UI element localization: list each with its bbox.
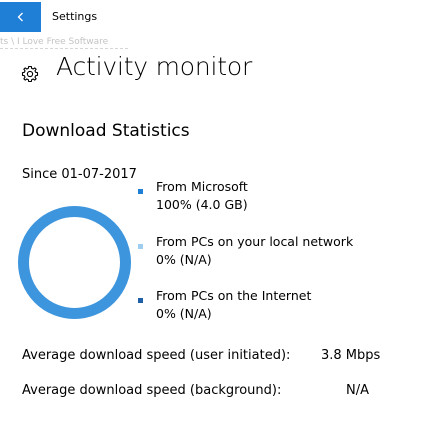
legend-label: From PCs on your local network: [156, 234, 354, 249]
legend-value: 0% (N/A): [156, 306, 212, 321]
donut-slice-1: [18, 206, 131, 319]
stat-label: Average download speed (user initiated):: [22, 348, 291, 363]
legend-value: 100% (4.0 GB): [156, 197, 248, 212]
section-title: Download Statistics: [22, 121, 190, 141]
legend-swatch: [138, 244, 143, 249]
stat-value: N/A: [346, 383, 369, 398]
legend-swatch: [138, 189, 143, 194]
download-source-donut-chart: [18, 206, 131, 319]
app-title: Settings: [52, 10, 98, 23]
stat-row-background: Average download speed (background): N/A: [22, 383, 402, 401]
back-button[interactable]: [0, 2, 41, 32]
page-title: Activity monitor: [56, 52, 253, 81]
watermark-text: ts \ I Love Free Software: [0, 36, 128, 49]
back-arrow-icon: [17, 12, 23, 22]
legend-label: From PCs on the Internet: [156, 288, 312, 303]
gear-icon: [21, 65, 39, 83]
legend-value: 0% (N/A): [156, 252, 212, 267]
since-date: Since 01-07-2017: [22, 167, 137, 182]
title-bar: Settings: [0, 0, 429, 34]
legend-swatch: [138, 298, 143, 303]
stat-label: Average download speed (background):: [22, 383, 282, 398]
stat-row-user-initiated: Average download speed (user initiated):…: [22, 348, 402, 366]
legend-label: From Microsoft: [156, 179, 248, 194]
stat-value: 3.8 Mbps: [321, 348, 381, 363]
settings-window: Settings ts \ I Love Free Software Activ…: [0, 0, 429, 431]
